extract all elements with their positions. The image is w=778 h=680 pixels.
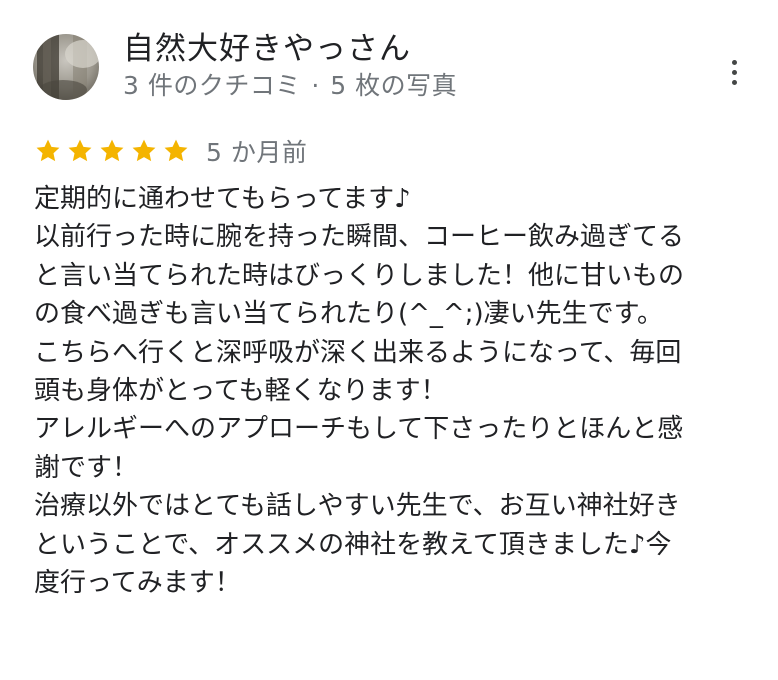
review-text-line: アレルギーへのアプローチもして下さったりとほんと感 xyxy=(34,414,684,445)
star-icon xyxy=(164,139,188,162)
photo-count: 5 枚の写真 xyxy=(330,71,458,100)
more-options-button[interactable] xyxy=(722,52,746,92)
review-date: 5 か月前 xyxy=(206,138,308,167)
review-text-line: 以前行った時に腕を持った瞬間、コーヒー飲み過ぎてる xyxy=(34,222,685,253)
star-icon xyxy=(68,139,92,162)
star-icon xyxy=(132,139,156,162)
more-vertical-icon xyxy=(731,59,737,65)
review-text-line: ということで、オススメの神社を教えて頂きました♪今 xyxy=(34,529,672,560)
review-text-line: 治療以外ではとても話しやすい先生で、お互い神社好き xyxy=(34,491,681,522)
review-header: 自然大好きやっさん 3 件のクチコミ · 5 枚の写真 xyxy=(33,30,748,106)
meta-separator: · xyxy=(311,71,320,100)
avatar-photo xyxy=(33,34,99,100)
review-count: 3 件のクチコミ xyxy=(123,71,301,100)
review-text-line: 度行ってみます！ xyxy=(34,568,241,599)
more-vertical-icon-dot xyxy=(731,69,737,75)
more-vertical-icon-dot xyxy=(731,79,737,85)
rating-row: 5 か月前 xyxy=(34,134,307,168)
star-rating xyxy=(34,137,190,165)
review-text-line: 定期的に通わせてもらってます♪ xyxy=(34,184,411,214)
avatar[interactable] xyxy=(33,34,99,100)
review-card: 自然大好きやっさん 3 件のクチコミ · 5 枚の写真 5 か月前 定期的に通わ… xyxy=(0,0,778,680)
reviewer-meta: 3 件のクチコミ · 5 枚の写真 xyxy=(123,70,457,102)
review-text-line: の食べ過ぎも言い当てられたり(^_^;)凄い先生です。 xyxy=(34,299,664,330)
review-text-line: と言い当てられた時はびっくりしました！他に甘いもの xyxy=(34,260,685,291)
star-icon xyxy=(100,139,124,162)
reviewer-name[interactable]: 自然大好きやっさん xyxy=(123,30,457,68)
review-text: 定期的に通わせてもらってます♪ 以前行った時に腕を持った瞬間、コーヒー飲み過ぎてる… xyxy=(34,180,749,602)
review-text-line: こちらへ行くと深呼吸が深く出来るようになって、毎回 xyxy=(34,337,682,368)
review-text-line: 謝です！ xyxy=(34,452,139,483)
star-icon xyxy=(36,139,60,162)
review-text-line: 頭も身体がとっても軽くなります！ xyxy=(34,376,447,407)
reviewer-info: 自然大好きやっさん 3 件のクチコミ · 5 枚の写真 xyxy=(123,30,457,102)
